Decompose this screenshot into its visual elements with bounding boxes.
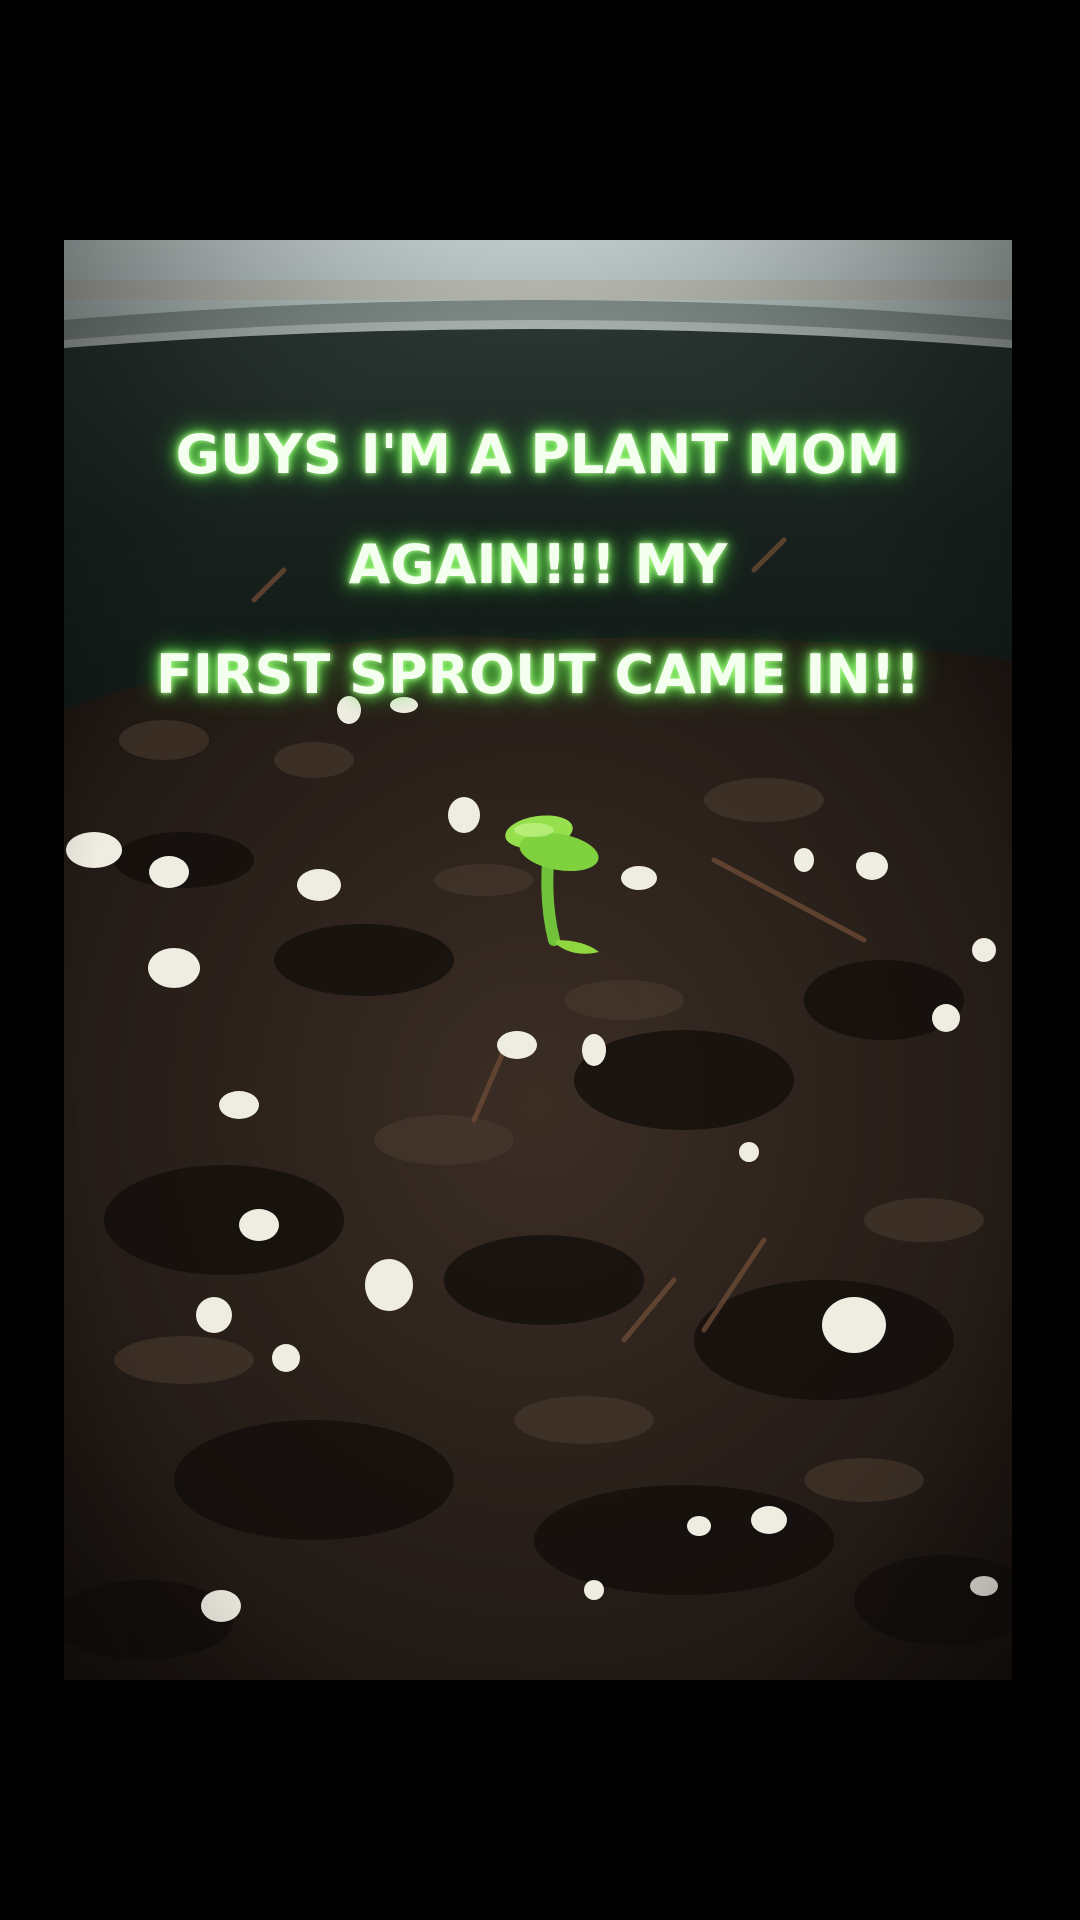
video-frame: GUYS I'M A PLANT MOM AGAIN!!! MY FIRST S… xyxy=(0,0,1080,1920)
caption-text: GUYS I'M A PLANT MOM AGAIN!!! MY FIRST S… xyxy=(156,423,920,706)
